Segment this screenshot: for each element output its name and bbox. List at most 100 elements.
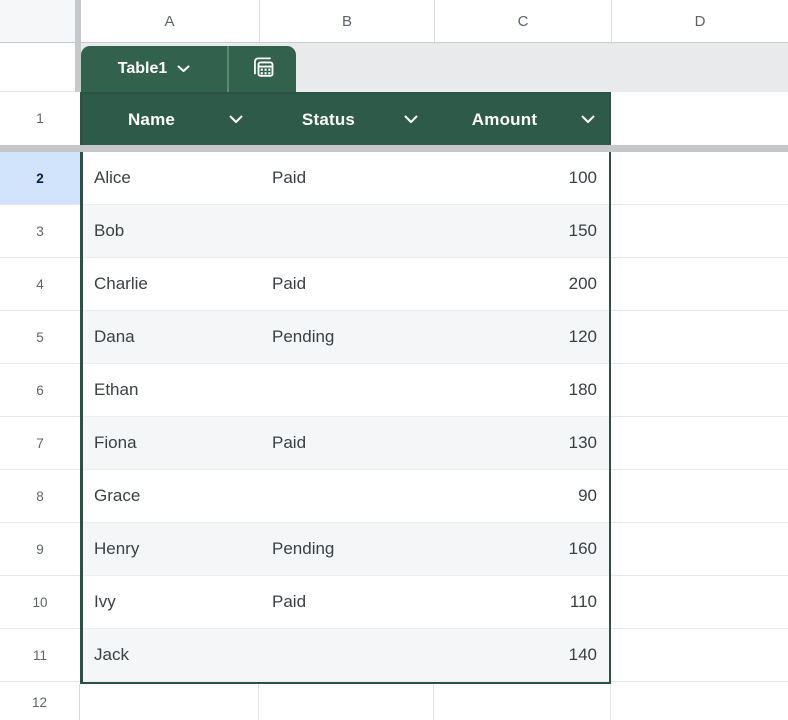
cell-status[interactable] [259, 629, 434, 681]
header-label-name: Name [80, 110, 223, 130]
table-options-button[interactable] [229, 46, 296, 92]
row-number: 4 [36, 277, 44, 292]
cell-name[interactable]: Bob [80, 205, 259, 257]
cell-name[interactable]: Jack [80, 629, 259, 681]
table-row-segment: Ethan 180 [80, 364, 611, 417]
table-border-left [80, 92, 83, 684]
cell-amount[interactable]: 130 [434, 417, 611, 469]
column-header-a[interactable]: A [80, 0, 259, 42]
cell-status[interactable] [259, 470, 434, 522]
cell-empty-d[interactable] [611, 629, 788, 682]
row-header[interactable]: 6 [0, 364, 80, 417]
chip-band-row-header [0, 43, 80, 92]
cell-empty-d[interactable] [611, 470, 788, 523]
column-header-strip: A B C D [0, 0, 788, 43]
row-header[interactable]: 11 [0, 629, 80, 682]
row-header[interactable]: 10 [0, 576, 80, 629]
cell-status[interactable]: Pending [259, 311, 434, 363]
table-header-row: 1 Name Status Amount [0, 92, 788, 145]
sheet-row: 10 Ivy Paid 110 [0, 576, 788, 629]
table-row-segment: Dana Pending 120 [80, 311, 611, 364]
cell-amount[interactable]: 90 [434, 470, 611, 522]
cell-name[interactable]: Ethan [80, 364, 259, 416]
cell-status[interactable]: Pending [259, 523, 434, 575]
header-cell-status[interactable]: Status [259, 94, 434, 145]
cell-name[interactable]: Henry [80, 523, 259, 575]
cell-empty-d[interactable] [611, 417, 788, 470]
cell-empty-d[interactable] [611, 258, 788, 311]
cell-empty-d[interactable] [611, 523, 788, 576]
header-label-status: Status [259, 110, 398, 130]
cell-amount[interactable]: 100 [434, 152, 611, 204]
row-header-1[interactable]: 1 [0, 92, 80, 145]
sheet-row: 9 Henry Pending 160 [0, 523, 788, 576]
cell-status[interactable] [259, 205, 434, 257]
table-border-right [609, 92, 611, 684]
cell-empty-d[interactable] [611, 364, 788, 417]
sheet-row: 7 Fiona Paid 130 [0, 417, 788, 470]
cell-b12[interactable] [259, 684, 434, 720]
cell-d1[interactable] [611, 92, 788, 145]
header-cell-amount[interactable]: Amount [434, 94, 611, 145]
table-icon [249, 53, 277, 86]
cell-empty-d[interactable] [611, 576, 788, 629]
cell-status[interactable] [259, 364, 434, 416]
cell-c12[interactable] [434, 684, 611, 720]
cell-status[interactable]: Paid [259, 258, 434, 310]
row-header[interactable]: 9 [0, 523, 80, 576]
cell-amount[interactable]: 140 [434, 629, 611, 681]
table-row-segment: Grace 90 [80, 470, 611, 523]
cell-empty-d[interactable] [611, 152, 788, 205]
column-dropdown-chevron-icon[interactable] [223, 115, 249, 124]
cell-amount[interactable]: 110 [434, 576, 611, 628]
table-row-segment: Bob 150 [80, 205, 611, 258]
select-all-corner[interactable] [0, 0, 80, 42]
chevron-down-icon [177, 60, 190, 78]
column-header-c[interactable]: C [434, 0, 611, 42]
cell-a12[interactable] [80, 684, 259, 720]
cell-name[interactable]: Ivy [80, 576, 259, 628]
cell-amount[interactable]: 200 [434, 258, 611, 310]
frozen-row-divider[interactable] [0, 145, 788, 152]
column-header-d[interactable]: D [611, 0, 788, 42]
table-row-segment: Charlie Paid 200 [80, 258, 611, 311]
cell-name[interactable]: Grace [80, 470, 259, 522]
cell-name[interactable]: Charlie [80, 258, 259, 310]
row-header[interactable]: 2 [0, 152, 80, 205]
cell-name[interactable]: Alice [80, 152, 259, 204]
row-number: 11 [33, 648, 47, 663]
cell-name[interactable]: Dana [80, 311, 259, 363]
table-row-segment: Fiona Paid 130 [80, 417, 611, 470]
cell-status[interactable]: Paid [259, 576, 434, 628]
cell-empty-d[interactable] [611, 205, 788, 258]
header-cell-name[interactable]: Name [80, 94, 259, 145]
header-label-amount: Amount [434, 110, 575, 130]
row-number: 3 [36, 224, 44, 239]
row-header[interactable]: 4 [0, 258, 80, 311]
table-row-segment: Ivy Paid 110 [80, 576, 611, 629]
sheet-row-12: 12 [0, 684, 788, 720]
column-header-b[interactable]: B [259, 0, 434, 42]
column-dropdown-chevron-icon[interactable] [575, 115, 601, 124]
cell-name[interactable]: Fiona [80, 417, 259, 469]
row-header[interactable]: 8 [0, 470, 80, 523]
row-header[interactable]: 5 [0, 311, 80, 364]
cell-d12[interactable] [611, 684, 788, 720]
row-header-12[interactable]: 12 [0, 684, 80, 720]
data-rows: 2 Alice Paid 100 3 Bob 150 4 Charlie Pai… [0, 152, 788, 682]
cell-amount[interactable]: 160 [434, 523, 611, 575]
cell-status[interactable]: Paid [259, 152, 434, 204]
cell-amount[interactable]: 180 [434, 364, 611, 416]
cell-empty-d[interactable] [611, 311, 788, 364]
row-header[interactable]: 7 [0, 417, 80, 470]
table-name-chip: Table1 [81, 46, 296, 92]
row-number: 6 [36, 383, 44, 398]
row-number: 7 [36, 436, 44, 451]
column-dropdown-chevron-icon[interactable] [398, 115, 424, 124]
sheet-row: 4 Charlie Paid 200 [0, 258, 788, 311]
cell-amount[interactable]: 120 [434, 311, 611, 363]
cell-status[interactable]: Paid [259, 417, 434, 469]
row-header[interactable]: 3 [0, 205, 80, 258]
table-name-menu-button[interactable]: Table1 [81, 46, 227, 92]
cell-amount[interactable]: 150 [434, 205, 611, 257]
